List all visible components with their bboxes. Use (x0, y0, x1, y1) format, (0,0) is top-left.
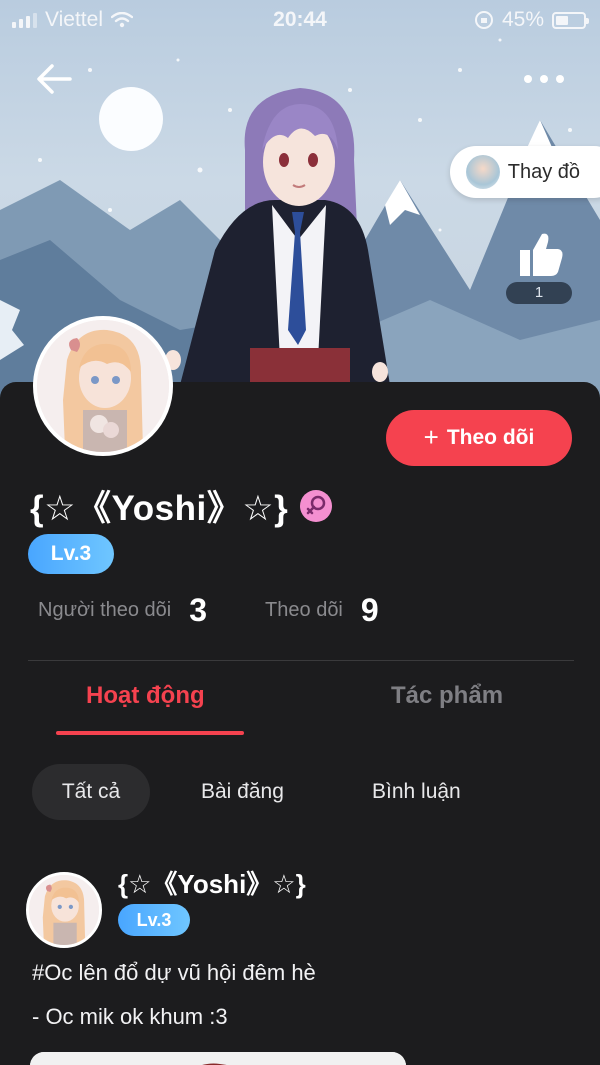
tab-works[interactable]: Tác phẩm (391, 682, 503, 710)
section-divider (28, 660, 574, 661)
following-count[interactable]: 9 (361, 592, 379, 629)
filter-all[interactable]: Tất cả (32, 764, 150, 820)
female-gender-icon (300, 489, 333, 522)
followers-label[interactable]: Người theo dõi (38, 599, 171, 622)
thumbs-up-icon (520, 233, 563, 276)
like-count: 1 (506, 282, 572, 304)
more-dots-icon[interactable] (522, 64, 566, 94)
orientation-lock-icon (474, 11, 493, 29)
change-outfit-button[interactable]: Thay đồ (449, 146, 600, 198)
battery-icon (552, 11, 589, 29)
post-avatar-illustration (29, 875, 99, 945)
post-image[interactable] (30, 1052, 406, 1065)
post-text-line: - Oc mik ok khum :3 (32, 1004, 228, 1029)
followers-count[interactable]: 3 (189, 592, 207, 629)
follow-stats: Người theo dõi 3 Theo dõi 9 (38, 592, 379, 629)
post-text-line: #Oc lên đổ dự vũ hội đêm hè (32, 960, 316, 985)
back-arrow-icon[interactable] (32, 58, 80, 100)
outfit-avatar-icon (465, 155, 500, 189)
status-right-group: 45% (474, 8, 589, 32)
profile-username-row: {☆《Yoshi》☆} (30, 480, 333, 531)
level-badge: Lv.3 (28, 534, 114, 574)
profile-username: {☆《Yoshi》☆} (30, 489, 289, 528)
change-outfit-label: Thay đồ (507, 160, 580, 183)
filter-posts[interactable]: Bài đăng (201, 764, 284, 820)
profile-avatar[interactable] (33, 316, 173, 456)
active-tab-indicator (56, 731, 244, 735)
following-label[interactable]: Theo dõi (265, 599, 343, 622)
post-author-name[interactable]: {☆《Yoshi》☆} (118, 864, 306, 901)
like-button[interactable]: 1 (506, 228, 574, 308)
post-author-avatar[interactable] (26, 872, 102, 948)
follow-button[interactable]: + Theo dõi (386, 410, 572, 466)
filter-comments[interactable]: Bình luận (372, 764, 461, 820)
status-bar: Viettel 20:44 45% (0, 0, 600, 40)
follow-button-label: Theo dõi (446, 426, 535, 449)
battery-percent: 45% (501, 8, 544, 31)
tab-activity[interactable]: Hoạt động (86, 682, 205, 710)
avatar-illustration (37, 320, 169, 452)
post-level-badge: Lv.3 (118, 904, 190, 936)
plus-icon: + (423, 421, 439, 452)
post-image-preview (30, 1052, 406, 1065)
